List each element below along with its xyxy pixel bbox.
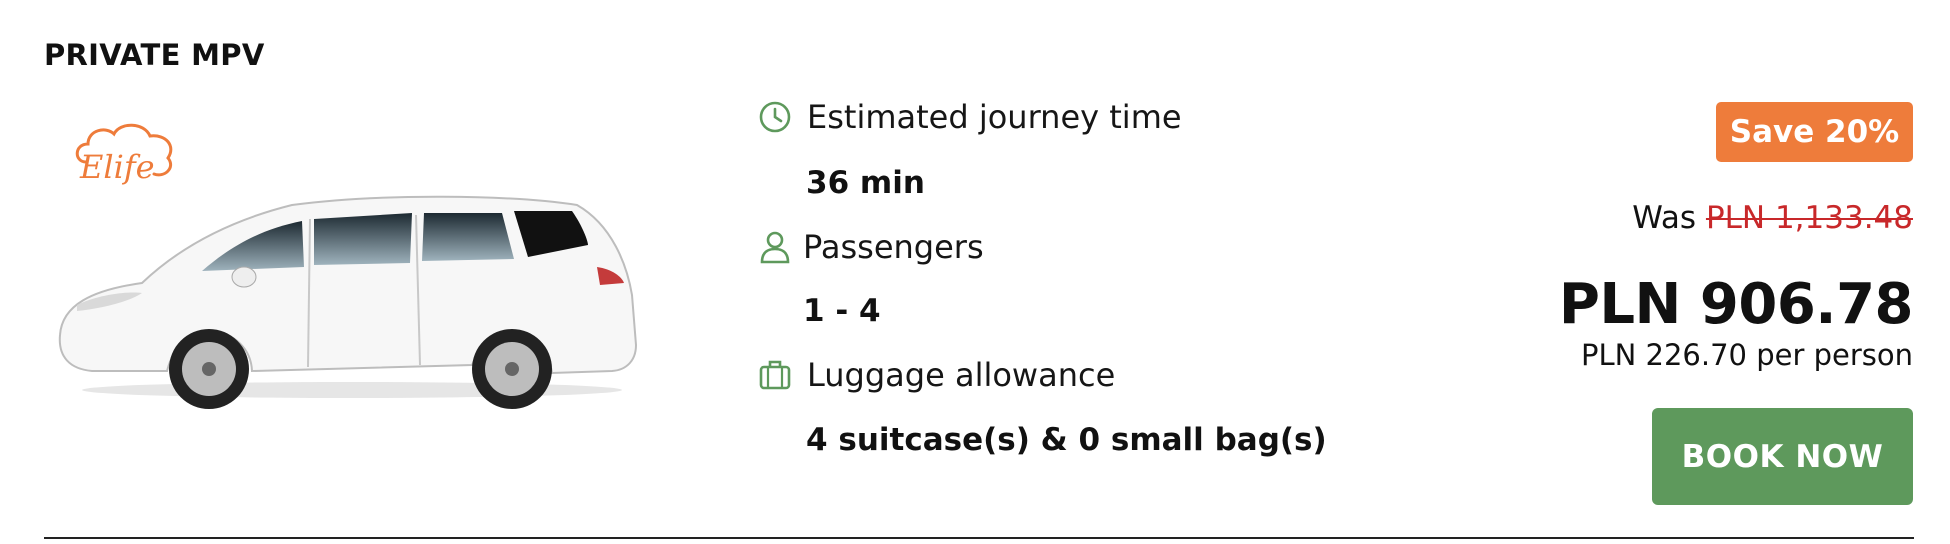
vehicle-image: [52, 185, 642, 414]
passengers-value: 1 - 4: [803, 293, 881, 329]
passengers-label: Passengers: [803, 228, 984, 266]
logo-text: Elife: [79, 148, 155, 186]
journey-time-value: 36 min: [806, 165, 925, 201]
passengers-row: Passengers: [757, 228, 984, 266]
luggage-row: Luggage allowance: [757, 356, 1115, 394]
journey-time-label: Estimated journey time: [807, 98, 1182, 136]
clock-icon: [757, 99, 793, 135]
vehicle-title: PRIVATE MPV: [44, 38, 265, 72]
supplier-logo: Elife: [72, 120, 182, 194]
current-price: PLN 906.78: [1558, 272, 1914, 337]
divider: [44, 537, 1914, 539]
person-icon: [757, 229, 793, 265]
luggage-label: Luggage allowance: [807, 356, 1116, 394]
per-person-price: PLN 226.70 per person: [1580, 338, 1913, 372]
was-price-line: Was PLN 1,133.48: [1632, 200, 1913, 236]
save-badge: Save 20%: [1716, 102, 1913, 162]
luggage-value: 4 suitcase(s) & 0 small bag(s): [806, 422, 1327, 458]
was-label: Was: [1632, 200, 1697, 236]
book-now-button[interactable]: BOOK NOW: [1652, 408, 1913, 505]
original-price: PLN 1,133.48: [1705, 200, 1913, 236]
journey-time-row: Estimated journey time: [757, 98, 1182, 136]
luggage-icon: [757, 357, 793, 393]
